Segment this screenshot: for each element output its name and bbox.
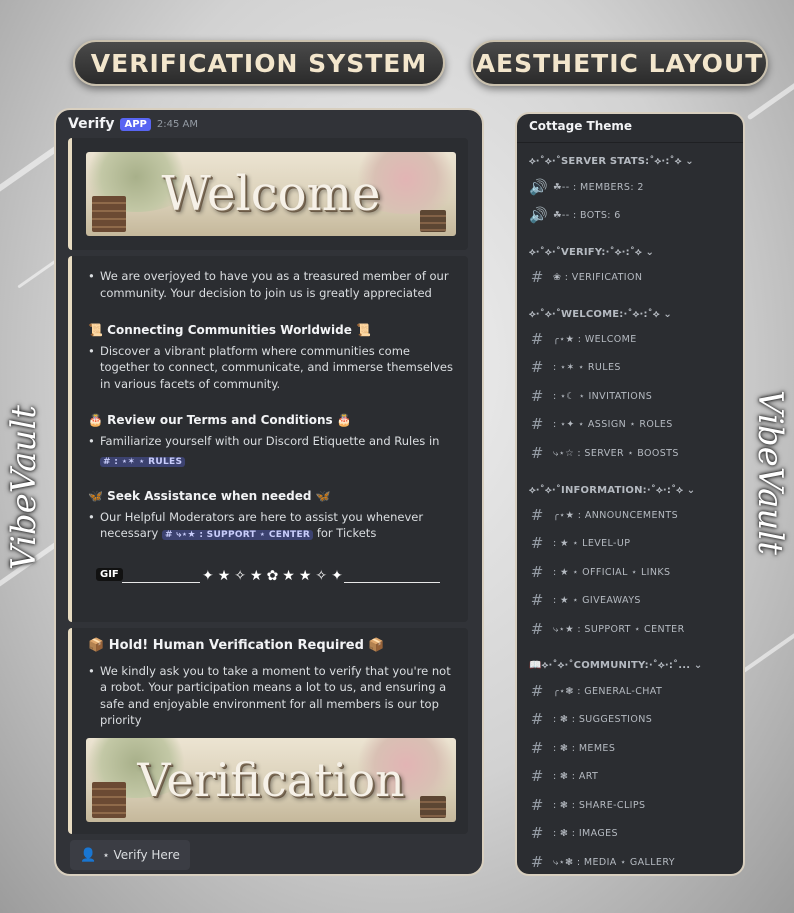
category-verify[interactable]: ⟡·˚⟡·˚VERIFY:·˚⟡·:˚⟡ ⌄ — [529, 247, 654, 258]
hash-icon: # — [530, 682, 544, 700]
category-server-stats[interactable]: ⟡·˚⟡·˚SERVER STATS:˚⟡·:˚⟡ ⌄ — [529, 156, 694, 167]
user-icon: 👤 — [80, 847, 97, 863]
hash-icon: # — [530, 710, 544, 728]
channel-announcements[interactable]: # ╭⋆★ : ANNOUNCEMENTS — [529, 506, 678, 524]
header-divider — [517, 142, 743, 143]
verification-banner-text: Verification — [137, 753, 405, 807]
hash-icon: # — [530, 739, 544, 757]
heading-connecting: Connecting Communities Worldwide — [107, 323, 352, 337]
channel-share-clips[interactable]: #: ❃ : SHARE-CLIPS — [529, 796, 645, 814]
text-assistance: Our Helpful Moderators are here to assis… — [88, 509, 460, 544]
server-name[interactable]: Cottage Theme — [529, 119, 632, 133]
heading-terms: Review our Terms and Conditions — [107, 413, 333, 427]
verify-here-label: ⋆ Verify Here — [102, 848, 180, 862]
text-hold: We kindly ask you to take a moment to ve… — [88, 663, 460, 729]
info-embed: We are overjoyed to have you as a treasu… — [68, 256, 468, 622]
channel-level-up[interactable]: #: ★ ⋆ LEVEL-UP — [529, 534, 630, 552]
scroll-icon: 📜 — [356, 323, 371, 337]
box-icon: 📦 — [368, 638, 385, 653]
heading-hold: Hold! Human Verification Required — [108, 638, 364, 653]
hash-icon: # — [530, 330, 544, 348]
section-hold: 📦 Hold! Human Verification Required 📦 We… — [88, 638, 460, 729]
channel-art[interactable]: #: ❃ : ART — [529, 767, 598, 785]
message-header: Verify APP 2:45 AM — [68, 116, 198, 132]
hash-icon: # — [530, 358, 544, 376]
divider-gif[interactable]: GIF ✦★✧★✿★★✧✦ — [82, 562, 454, 606]
hash-icon: # — [530, 268, 544, 286]
channel-welcome[interactable]: # ╭⋆★ : WELCOME — [529, 330, 637, 348]
cake-icon: 🎂 — [336, 413, 352, 427]
speaker-icon: 🔊 — [529, 206, 548, 224]
category-information[interactable]: ⟡·˚⟡·˚INFORMATION:·˚⟡·:˚⟡ ⌄ — [529, 485, 695, 496]
hash-icon: # — [530, 767, 544, 785]
channel-assign-roles[interactable]: #: ⋆✦ ⋆ ASSIGN ⋆ ROLES — [529, 415, 673, 433]
title-verification-system: VERIFICATION SYSTEM — [73, 40, 445, 86]
verify-message-panel: Verify APP 2:45 AM Welcome We are overjo… — [54, 108, 484, 876]
category-community[interactable]: 📖⟡·˚⟡·˚COMMUNITY:·˚⟡·:˚... ⌄ — [529, 660, 702, 671]
section-connecting: 📜 Connecting Communities Worldwide 📜 Dis… — [88, 322, 460, 392]
butterfly-icon: 🦋 — [315, 489, 331, 503]
box-icon: 📦 — [88, 638, 105, 653]
hash-icon: # — [530, 506, 544, 524]
hash-icon: # — [530, 591, 544, 609]
channel-general-chat[interactable]: # ╭⋆❃ : GENERAL-CHAT — [529, 682, 662, 700]
channel-verification[interactable]: # ❀ : VERIFICATION — [529, 268, 642, 286]
section-terms: 🎂 Review our Terms and Conditions 🎂 Fami… — [88, 412, 460, 471]
app-badge: APP — [120, 117, 151, 131]
cake-icon: 🎂 — [88, 413, 103, 427]
text-terms: Familiarize yourself with our Discord Et… — [88, 433, 460, 450]
channel-memes[interactable]: #: ❃ : MEMES — [529, 739, 615, 757]
hash-icon: # — [530, 824, 544, 842]
channel-rules[interactable]: #: ⋆✶ ⋆ RULES — [529, 358, 621, 376]
channel-support-center[interactable]: # ⤷⋆★ : SUPPORT ⋆ CENTER — [529, 620, 685, 638]
channel-media-gallery[interactable]: # ⤷⋆❃ : MEDIA ⋆ GALLERY — [529, 853, 675, 871]
channel-server-boosts[interactable]: # ⤷⋆☆ : SERVER ⋆ BOOSTS — [529, 444, 679, 462]
verification-banner: Verification — [86, 738, 456, 822]
title-aesthetic-text: AESTHETIC LAYOUT — [475, 48, 764, 78]
hash-icon: # — [530, 563, 544, 581]
hash-icon: # — [530, 620, 544, 638]
hash-icon: # — [530, 796, 544, 814]
hash-icon: # — [530, 534, 544, 552]
text-connecting: Discover a vibrant platform where commun… — [88, 343, 460, 393]
hash-icon: # — [530, 444, 544, 462]
gif-badge: GIF — [96, 568, 123, 581]
channel-official-links[interactable]: #: ★ ⋆ OFFICIAL ⋆ LINKS — [529, 563, 670, 581]
scroll-icon: 📜 — [88, 323, 103, 337]
hash-icon: # — [530, 415, 544, 433]
heading-assistance: Seek Assistance when needed — [107, 489, 312, 503]
category-welcome[interactable]: ⟡·˚⟡·˚WELCOME:·˚⟡·:˚⟡ ⌄ — [529, 309, 672, 320]
hash-icon: # — [530, 853, 544, 871]
channel-bots-count[interactable]: 🔊 ☘︎-- : BOTS: 6 — [529, 206, 621, 224]
intro-block: We are overjoyed to have you as a treasu… — [88, 268, 460, 301]
support-channel-mention[interactable]: # ⤷⋆★ : SUPPORT ⋆ CENTER — [161, 530, 314, 540]
rules-channel-mention[interactable]: # : ⋆✶ ⋆ RULES — [100, 457, 186, 467]
section-assistance: 🦋 Seek Assistance when needed 🦋 Our Help… — [88, 488, 460, 544]
side-brand-right-text: VibeVault — [750, 390, 790, 555]
text-terms-body: Familiarize yourself with our Discord Et… — [100, 433, 440, 448]
text-assistance-after: for Tickets — [316, 526, 377, 540]
title-aesthetic-layout: AESTHETIC LAYOUT — [471, 40, 768, 86]
welcome-banner-text: Welcome — [161, 166, 381, 222]
channel-suggestions[interactable]: #: ❃ : SUGGESTIONS — [529, 710, 652, 728]
welcome-banner: Welcome — [86, 152, 456, 236]
verification-embed: 📦 Hold! Human Verification Required 📦 We… — [68, 628, 468, 834]
intro-text: We are overjoyed to have you as a treasu… — [88, 268, 460, 301]
hash-icon: # — [530, 387, 544, 405]
butterfly-icon: 🦋 — [88, 489, 103, 503]
message-timestamp: 2:45 AM — [156, 118, 198, 130]
server-channel-list: Cottage Theme ⟡·˚⟡·˚SERVER STATS:˚⟡·:˚⟡ … — [515, 112, 745, 876]
channel-invitations[interactable]: #: ⋆☾ ⋆ INVITATIONS — [529, 387, 652, 405]
side-brand-left-text: VibeVault — [4, 405, 44, 570]
welcome-embed: Welcome — [68, 138, 468, 250]
channel-images[interactable]: #: ❃ : IMAGES — [529, 824, 618, 842]
author-name[interactable]: Verify — [68, 116, 114, 132]
title-verification-text: VERIFICATION SYSTEM — [90, 48, 428, 78]
speaker-icon: 🔊 — [529, 178, 548, 196]
verify-here-button[interactable]: 👤 ⋆ Verify Here — [70, 840, 190, 870]
channel-giveaways[interactable]: #: ★ ⋆ GIVEAWAYS — [529, 591, 641, 609]
stars-icon: ✦★✧★✿★★✧✦ — [202, 568, 347, 584]
channel-members-count[interactable]: 🔊 ☘︎-- : MEMBERS: 2 — [529, 178, 644, 196]
